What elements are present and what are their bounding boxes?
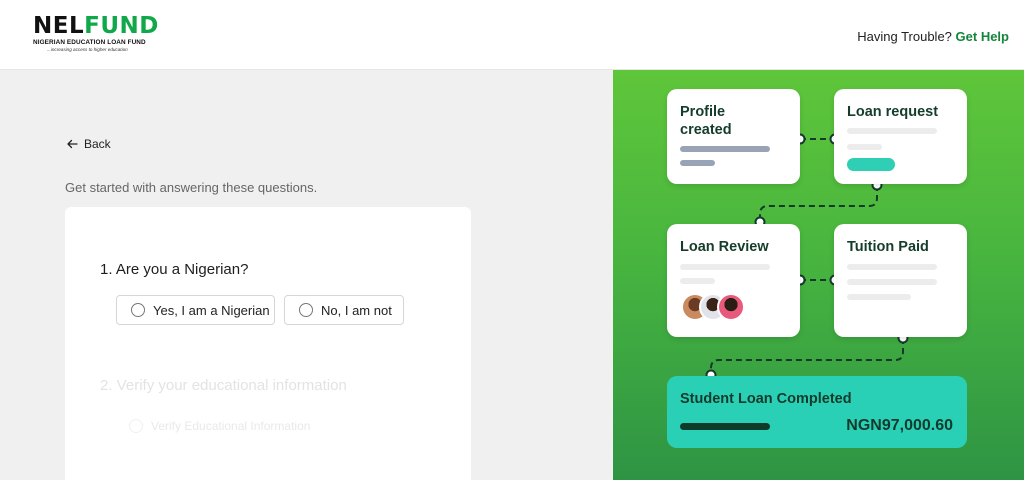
option-no-label: No, I am not bbox=[321, 302, 392, 318]
back-label: Back bbox=[84, 137, 111, 151]
question-education: 2. Verify your educational information bbox=[100, 377, 347, 394]
intro-text: Get started with answering these questio… bbox=[65, 180, 318, 195]
radio-circle-icon[interactable] bbox=[299, 303, 313, 317]
radio-circle-icon[interactable] bbox=[131, 303, 145, 317]
option-verify-label: Verify Educational Information bbox=[151, 419, 311, 433]
top-header: NELFUND NIGERIAN EDUCATION LOAN FUND ...… bbox=[0, 0, 1024, 70]
step-status-pill bbox=[847, 158, 895, 171]
arrow-left-icon bbox=[67, 139, 78, 149]
completed-progress-bar bbox=[680, 423, 770, 430]
questions-card: 1. Are you a Nigerian? Yes, I am a Niger… bbox=[65, 207, 471, 480]
step-bar bbox=[680, 264, 770, 270]
question-nigerian: 1. Are you a Nigerian? bbox=[100, 261, 249, 278]
step-bar bbox=[847, 279, 937, 285]
step-title-loan-review: Loan Review bbox=[680, 239, 769, 255]
loan-amount: NGN97,000.60 bbox=[846, 417, 953, 434]
step-card-loan-review: Loan Review bbox=[667, 224, 800, 337]
logo-wordmark: NELFUND bbox=[33, 13, 159, 39]
logo-subtitle: NIGERIAN EDUCATION LOAN FUND bbox=[33, 39, 146, 46]
help-prompt: Having Trouble? bbox=[857, 29, 952, 44]
nelfund-logo[interactable]: NELFUND NIGERIAN EDUCATION LOAN FUND ...… bbox=[33, 14, 159, 52]
step-bar bbox=[680, 146, 770, 152]
step-title-profile: Profile created bbox=[680, 104, 732, 138]
help-text: Having Trouble? Get Help bbox=[857, 29, 1009, 44]
option-verify-education: Verify Educational Information bbox=[129, 419, 310, 433]
step-bar bbox=[847, 128, 937, 134]
step-card-profile: Profile created bbox=[667, 89, 800, 184]
step-card-tuition-paid: Tuition Paid bbox=[834, 224, 967, 337]
avatar bbox=[717, 293, 745, 321]
step-title-tuition-paid: Tuition Paid bbox=[847, 239, 929, 255]
get-help-link[interactable]: Get Help bbox=[956, 29, 1009, 44]
option-yes-nigerian[interactable]: Yes, I am a Nigerian bbox=[116, 295, 275, 325]
step-bar bbox=[680, 160, 715, 166]
option-not-nigerian[interactable]: No, I am not bbox=[284, 295, 404, 325]
step-bar bbox=[847, 144, 882, 150]
radio-circle-icon bbox=[129, 419, 143, 433]
option-yes-label: Yes, I am a Nigerian bbox=[153, 302, 270, 318]
step-title-completed: Student Loan Completed bbox=[680, 391, 852, 407]
step-card-loan-request: Loan request bbox=[834, 89, 967, 184]
step-bar bbox=[847, 264, 937, 270]
loan-progress-illustration: Profile created Loan request Loan Review… bbox=[613, 70, 1024, 480]
back-button[interactable]: Back bbox=[66, 137, 111, 151]
step-bar bbox=[680, 278, 715, 284]
reviewer-avatars bbox=[681, 293, 745, 321]
step-title-loan-request: Loan request bbox=[847, 104, 939, 120]
logo-tagline: ...increasing access to higher education bbox=[47, 47, 128, 52]
step-bar bbox=[847, 294, 911, 300]
step-card-completed: Student Loan Completed NGN97,000.60 bbox=[667, 376, 967, 448]
